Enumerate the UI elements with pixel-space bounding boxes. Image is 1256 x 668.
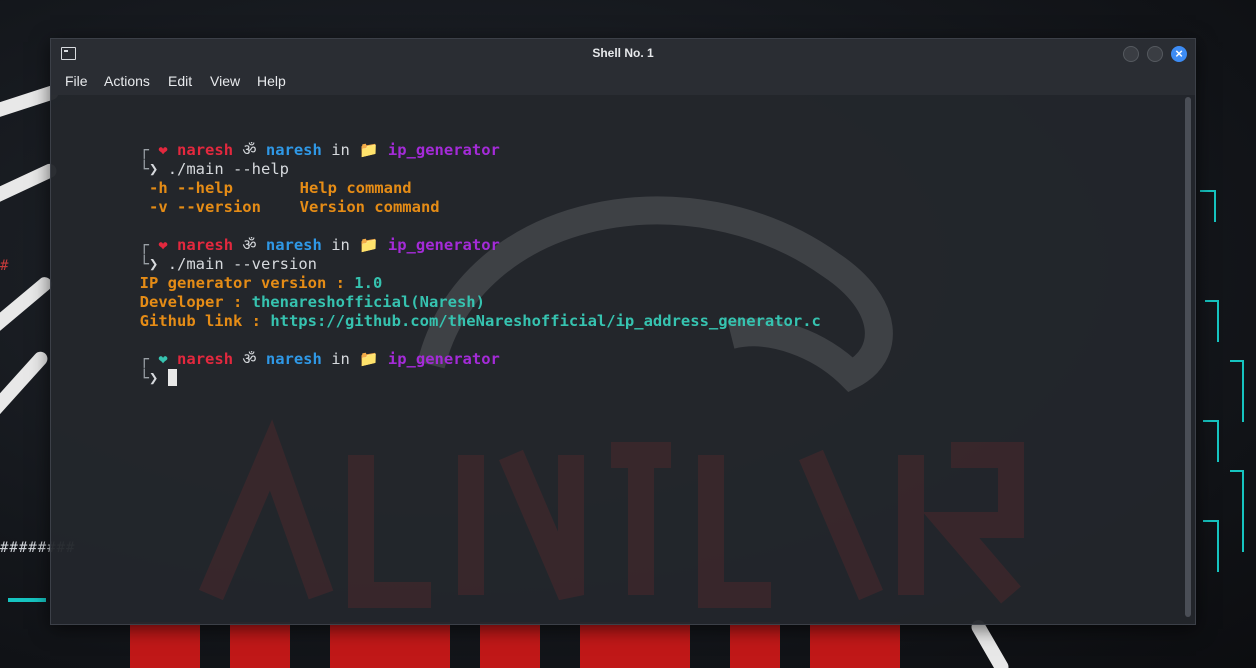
wallpaper-red-shape bbox=[480, 622, 540, 668]
wallpaper-stripe bbox=[0, 274, 55, 340]
menu-actions[interactable]: Actions bbox=[104, 73, 150, 89]
wallpaper-cyan-line bbox=[1200, 190, 1216, 222]
wallpaper-red-shape bbox=[330, 622, 450, 668]
prompt-user: naresh bbox=[177, 350, 234, 368]
om-icon: ॐ bbox=[242, 350, 257, 368]
wallpaper-hash-pattern: # bbox=[0, 258, 10, 274]
prompt-dir: ip_generator bbox=[387, 141, 500, 159]
scrollbar[interactable] bbox=[1185, 97, 1191, 617]
folder-icon: 📁 bbox=[359, 141, 379, 159]
prompt-line: ┌ ❤ naresh ॐ naresh in 📁 ip_generator bbox=[65, 331, 500, 368]
window-title: Shell No. 1 bbox=[592, 46, 654, 60]
prompt-arrow: ❯ bbox=[149, 369, 159, 387]
prompt-line: ┌ ❤ naresh ॐ naresh in 📁 ip_generator bbox=[65, 217, 500, 254]
help-description: Version command bbox=[299, 198, 440, 216]
folder-icon: 📁 bbox=[359, 236, 379, 254]
close-button[interactable]: × bbox=[1171, 46, 1187, 62]
wallpaper-red-shape bbox=[130, 622, 200, 668]
maximize-button[interactable] bbox=[1147, 46, 1163, 62]
folder-icon: 📁 bbox=[359, 350, 379, 368]
help-row: -v --version Version command bbox=[65, 179, 440, 216]
close-icon: × bbox=[1175, 46, 1183, 61]
wallpaper-red-shape bbox=[230, 622, 290, 668]
desktop-background: ######## # Shell No. 1 × File Actions Ed… bbox=[0, 0, 1256, 668]
command-line: └❯ ./main --help bbox=[65, 141, 289, 178]
prompt-line: ┌ ❤ naresh ॐ naresh in 📁 ip_generator bbox=[65, 122, 500, 159]
github-label: Github link : bbox=[139, 312, 271, 330]
menu-view[interactable]: View bbox=[210, 73, 240, 89]
wallpaper-cyan-line bbox=[1203, 520, 1219, 572]
wallpaper-cyan-line bbox=[8, 598, 46, 602]
command-line: └❯ bbox=[65, 350, 177, 387]
wallpaper-cyan-line bbox=[1230, 470, 1244, 552]
prompt-bracket-bottom: └ bbox=[139, 369, 149, 387]
text-cursor[interactable] bbox=[167, 369, 177, 386]
github-line: Github link : https://github.com/theNare… bbox=[65, 293, 821, 330]
minimize-button[interactable] bbox=[1123, 46, 1139, 62]
terminal-window[interactable]: Shell No. 1 × File Actions Edit View Hel… bbox=[50, 38, 1196, 625]
menu-edit[interactable]: Edit bbox=[168, 73, 192, 89]
prompt-host: naresh bbox=[265, 350, 322, 368]
wallpaper-cyan-line bbox=[1205, 300, 1219, 342]
prompt-dir: ip_generator bbox=[387, 350, 500, 368]
wallpaper-red-shape bbox=[810, 622, 900, 668]
developer-line: Developer : thenareshofficial(Naresh) bbox=[65, 274, 485, 311]
wallpaper-stripe bbox=[968, 617, 1012, 668]
command-line: └❯ ./main --version bbox=[65, 236, 317, 273]
wallpaper-red-shape bbox=[730, 622, 780, 668]
wallpaper-cyan-line bbox=[1203, 420, 1219, 462]
wallpaper-stripe bbox=[0, 348, 51, 426]
wallpaper-red-shape bbox=[580, 622, 690, 668]
menu-file[interactable]: File bbox=[65, 73, 88, 89]
menu-help[interactable]: Help bbox=[257, 73, 286, 89]
terminal-output[interactable]: ┌ ❤ naresh ॐ naresh in 📁 ip_generator └❯… bbox=[51, 95, 1195, 624]
help-row: -h --help Help command bbox=[65, 160, 412, 197]
menu-bar: File Actions Edit View Help bbox=[51, 69, 1195, 95]
prompt-in: in bbox=[331, 350, 350, 368]
title-bar[interactable]: Shell No. 1 × bbox=[51, 39, 1195, 69]
help-flag: -v --version bbox=[139, 198, 261, 216]
prompt-in: in bbox=[331, 141, 350, 159]
prompt-in: in bbox=[331, 236, 350, 254]
github-link[interactable]: https://github.com/theNareshofficial/ip_… bbox=[270, 312, 821, 330]
prompt-dir: ip_generator bbox=[387, 236, 500, 254]
version-line: IP generator version : 1.0 bbox=[65, 255, 383, 292]
wallpaper-cyan-line bbox=[1230, 360, 1244, 422]
